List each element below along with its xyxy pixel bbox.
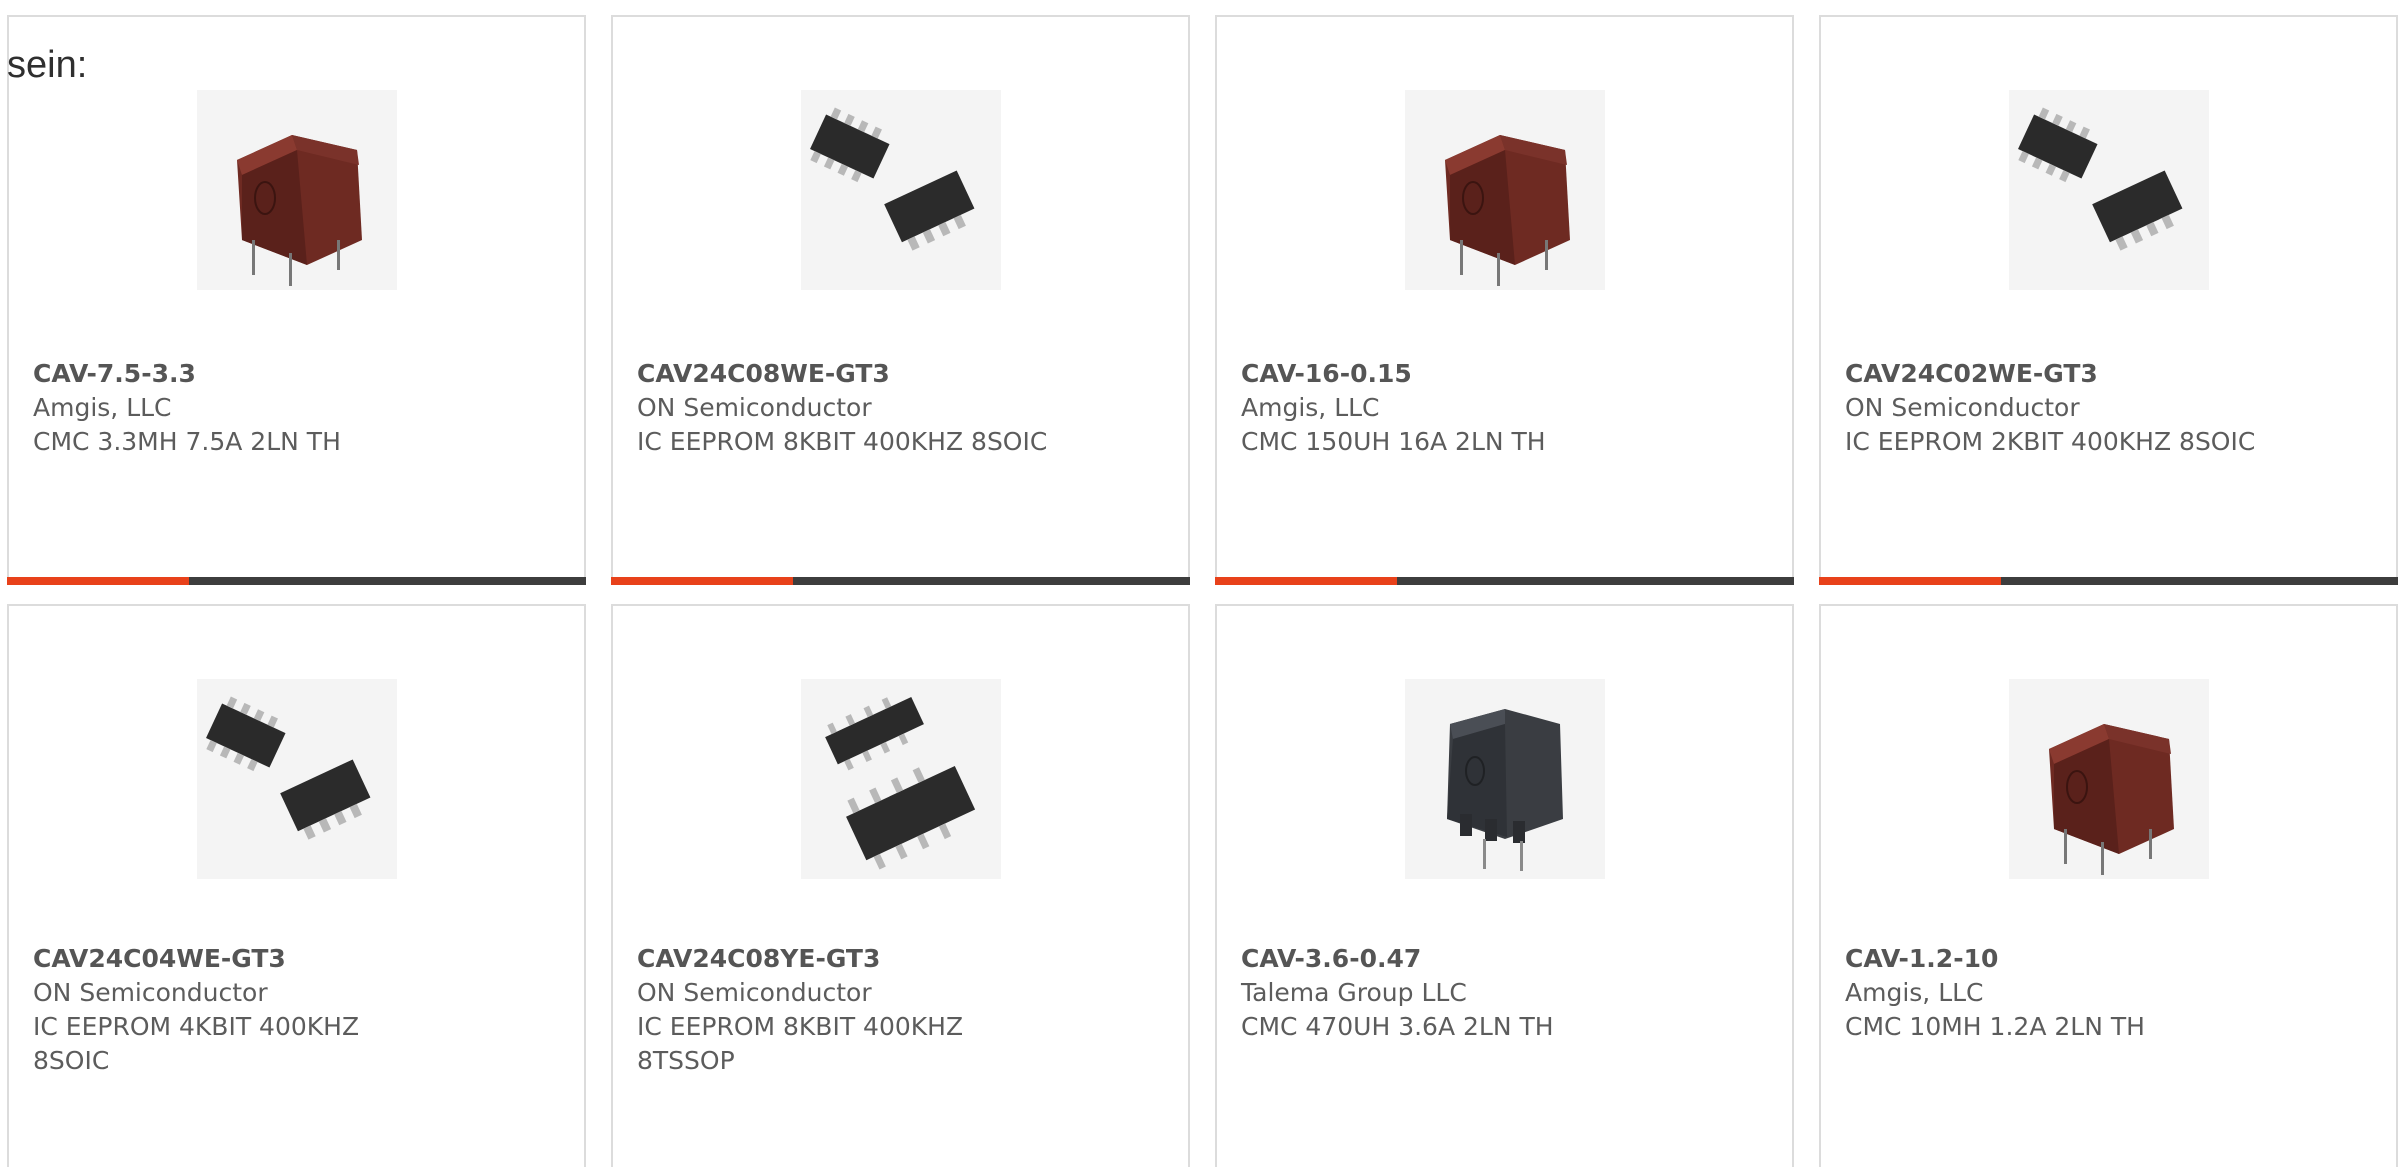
progress-fill: [611, 577, 794, 585]
product-card[interactable]: CAV24C04WE-GT3 ON Semiconductor IC EEPRO…: [7, 604, 586, 1167]
product-card[interactable]: CAV24C02WE-GT3 ON Semiconductor IC EEPRO…: [1819, 15, 2398, 585]
product-card[interactable]: CAV-1.2-10 Amgis, LLC CMC 10MH 1.2A 2LN …: [1819, 604, 2398, 1167]
soic-8-chip-pair-icon: [196, 679, 397, 879]
progress-bar: [1819, 577, 2398, 585]
soic-8-chip-pair-icon: [800, 90, 1001, 290]
description: CMC 470UH 3.6A 2LN TH: [1241, 1012, 1554, 1041]
manufacturer: Amgis, LLC: [1241, 393, 1380, 422]
tssop-8-chip-pair-icon: [800, 679, 1001, 879]
part-number[interactable]: CAV-3.6-0.47: [1241, 942, 1592, 976]
product-card[interactable]: CAV24C08YE-GT3 ON Semiconductor IC EEPRO…: [611, 604, 1190, 1167]
product-info: CAV-3.6-0.47 Talema Group LLC CMC 470UH …: [1241, 942, 1592, 1044]
part-number[interactable]: CAV24C08YE-GT3: [637, 942, 988, 976]
product-info: CAV-1.2-10 Amgis, LLC CMC 10MH 1.2A 2LN …: [1845, 942, 2196, 1044]
description: CMC 150UH 16A 2LN TH: [1241, 427, 1546, 456]
red-common-mode-choke-icon: [2008, 679, 2209, 879]
product-info: CAV24C04WE-GT3 ON Semiconductor IC EEPRO…: [33, 942, 384, 1078]
description: IC EEPROM 4KBIT 400KHZ 8SOIC: [33, 1012, 360, 1075]
black-common-mode-choke-icon: [1404, 679, 1605, 879]
description: CMC 3.3MH 7.5A 2LN TH: [33, 427, 341, 456]
progress-bar: [1215, 577, 1794, 585]
part-number[interactable]: CAV-1.2-10: [1845, 942, 2196, 976]
product-info: CAV-7.5-3.3 Amgis, LLC CMC 3.3MH 7.5A 2L…: [33, 357, 560, 459]
lead-text: sein:: [7, 44, 88, 86]
manufacturer: ON Semiconductor: [637, 978, 872, 1007]
red-common-mode-choke-icon: [1404, 90, 1605, 290]
product-card[interactable]: CAV-3.6-0.47 Talema Group LLC CMC 470UH …: [1215, 604, 1794, 1167]
progress-bar: [7, 577, 586, 585]
manufacturer: ON Semiconductor: [637, 393, 872, 422]
description: CMC 10MH 1.2A 2LN TH: [1845, 1012, 2145, 1041]
manufacturer: Talema Group LLC: [1241, 978, 1467, 1007]
progress-bar: [611, 577, 1190, 585]
product-grid-page: CAV-7.5-3.3 Amgis, LLC CMC 3.3MH 7.5A 2L…: [0, 0, 2400, 1167]
soic-8-chip-pair-icon: [2008, 90, 2209, 290]
description: IC EEPROM 8KBIT 400KHZ 8SOIC: [637, 427, 1048, 456]
part-number[interactable]: CAV-16-0.15: [1241, 357, 1768, 391]
progress-fill: [1215, 577, 1398, 585]
red-common-mode-choke-icon: [196, 90, 397, 290]
part-number[interactable]: CAV24C02WE-GT3: [1845, 357, 2372, 391]
description: IC EEPROM 8KBIT 400KHZ 8TSSOP: [637, 1012, 964, 1075]
product-card[interactable]: CAV-16-0.15 Amgis, LLC CMC 150UH 16A 2LN…: [1215, 15, 1794, 585]
part-number[interactable]: CAV24C04WE-GT3: [33, 942, 384, 976]
product-info: CAV-16-0.15 Amgis, LLC CMC 150UH 16A 2LN…: [1241, 357, 1768, 459]
product-info: CAV24C08YE-GT3 ON Semiconductor IC EEPRO…: [637, 942, 988, 1078]
description: IC EEPROM 2KBIT 400KHZ 8SOIC: [1845, 427, 2256, 456]
part-number[interactable]: CAV24C08WE-GT3: [637, 357, 1164, 391]
product-info: CAV24C08WE-GT3 ON Semiconductor IC EEPRO…: [637, 357, 1164, 459]
product-info: CAV24C02WE-GT3 ON Semiconductor IC EEPRO…: [1845, 357, 2372, 459]
progress-fill: [7, 577, 190, 585]
manufacturer: ON Semiconductor: [33, 978, 268, 1007]
manufacturer: Amgis, LLC: [33, 393, 172, 422]
progress-fill: [1819, 577, 2002, 585]
part-number[interactable]: CAV-7.5-3.3: [33, 357, 560, 391]
manufacturer: ON Semiconductor: [1845, 393, 2080, 422]
product-card[interactable]: CAV24C08WE-GT3 ON Semiconductor IC EEPRO…: [611, 15, 1190, 585]
product-card[interactable]: CAV-7.5-3.3 Amgis, LLC CMC 3.3MH 7.5A 2L…: [7, 15, 586, 585]
manufacturer: Amgis, LLC: [1845, 978, 1984, 1007]
